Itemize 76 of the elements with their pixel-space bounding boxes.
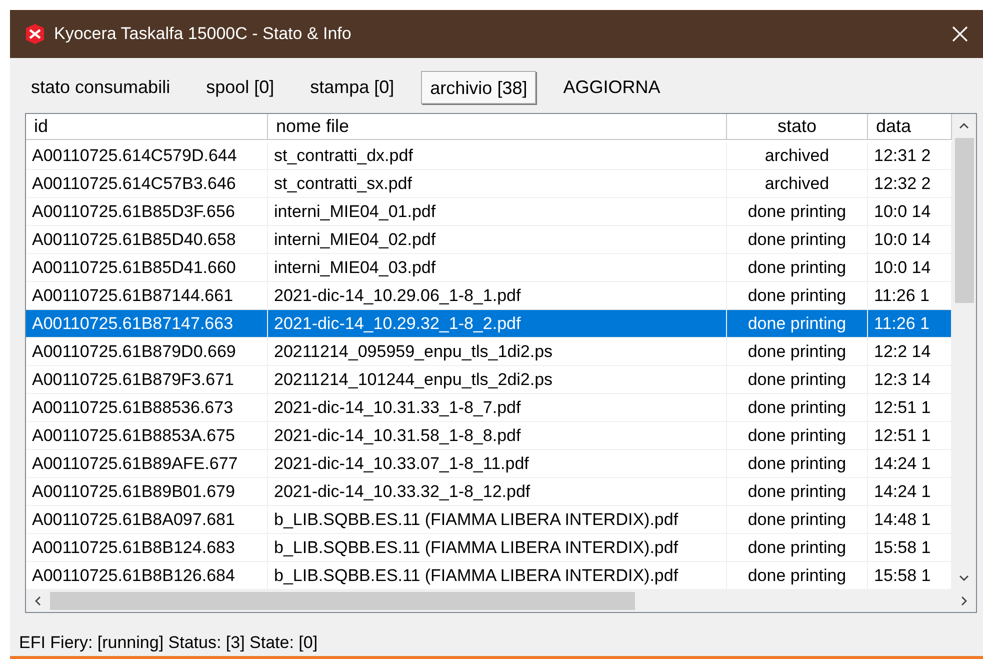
table-row[interactable]: A00110725.61B85D3F.656 interni_MIE04_01.pdf done printing 10:0 14: [26, 198, 952, 226]
table-row[interactable]: A00110725.61B85D40.658 interni_MIE04_02.pdf done printing 10:0 14: [26, 226, 952, 254]
tab[interactable]: stampa [0]: [301, 72, 404, 102]
table-row[interactable]: A00110725.61B88536.673 2021-dic-14_10.31.33_1-8_7.pdf done printing 12:51 1: [26, 394, 952, 422]
table-cell: done printing: [727, 450, 868, 478]
tab[interactable]: archivio [38]: [421, 70, 536, 104]
table-row[interactable]: A00110725.61B879F3.671 20211214_101244_enpu_tls_2di2.ps done printing 12:3 14: [26, 366, 952, 394]
table-cell: 20211214_095959_enpu_tls_1di2.ps: [268, 338, 727, 366]
table-row[interactable]: A00110725.61B85D41.660 interni_MIE04_03.pdf done printing 10:0 14: [26, 254, 952, 282]
table-cell: A00110725.61B89AFE.677: [26, 450, 268, 478]
table-row[interactable]: A00110725.61B87147.663 2021-dic-14_10.29.32_1-8_2.pdf done printing 11:26 1: [26, 310, 952, 338]
table-cell: A00110725.61B8A097.681: [26, 506, 268, 534]
horizontal-scrollbar[interactable]: [26, 590, 976, 612]
table-cell: done printing: [727, 534, 868, 562]
table-cell: done printing: [727, 198, 868, 226]
status-text: EFI Fiery: [running] Status: [3] State: [0]: [18, 632, 319, 653]
table-row[interactable]: A00110725.61B89AFE.677 2021-dic-14_10.33.07_1-8_11.pdf done printing 14:24 1: [26, 450, 952, 478]
column-header[interactable]: id: [26, 114, 268, 140]
column-header[interactable]: nome file: [268, 114, 727, 140]
table-cell: A00110725.61B87147.663: [26, 310, 268, 338]
table-row[interactable]: A00110725.61B8853A.675 2021-dic-14_10.31.58_1-8_8.pdf done printing 12:51 1: [26, 422, 952, 450]
table-cell: A00110725.614C57B3.646: [26, 170, 268, 198]
table-cell: b_LIB.SQBB.ES.11 (FIAMMA LIBERA INTERDIX).pdf: [268, 506, 727, 534]
table-cell: A00110725.61B88536.673: [26, 394, 268, 422]
table-cell: A00110725.614C579D.644: [26, 142, 268, 170]
table-row[interactable]: A00110725.61B879D0.669 20211214_095959_enpu_tls_1di2.ps done printing 12:2 14: [26, 338, 952, 366]
table-cell: done printing: [727, 478, 868, 506]
scroll-up-icon[interactable]: [958, 122, 970, 130]
table-row[interactable]: A00110725.61B8B124.683 b_LIB.SQBB.ES.11 (FIAMMA LIBERA INTERDIX).pdf done printing 15:58 1: [26, 534, 952, 562]
table-cell: A00110725.61B8B124.683: [26, 534, 268, 562]
table-row[interactable]: A00110725.614C579D.644 st_contratti_dx.pdf archived 12:31 2: [26, 142, 952, 170]
app-logo-icon: [24, 23, 46, 45]
table-cell: 2021-dic-14_10.29.32_1-8_2.pdf: [268, 310, 727, 338]
window-title: Kyocera Taskalfa 15000C - Stato & Info: [54, 24, 352, 44]
vertical-scrollbar[interactable]: [952, 114, 976, 590]
table-cell: 20211214_101244_enpu_tls_2di2.ps: [268, 366, 727, 394]
table-cell: 2021-dic-14_10.31.58_1-8_8.pdf: [268, 422, 727, 450]
table-cell: A00110725.61B89B01.679: [26, 478, 268, 506]
table-cell: done printing: [727, 422, 868, 450]
refresh-button[interactable]: AGGIORNA: [554, 72, 670, 102]
table-cell: done printing: [727, 394, 868, 422]
table-cell: done printing: [727, 506, 868, 534]
table-cell: st_contratti_sx.pdf: [268, 170, 727, 198]
table-cell: interni_MIE04_01.pdf: [268, 198, 727, 226]
table-cell: A00110725.61B85D3F.656: [26, 198, 268, 226]
table-cell: done printing: [727, 254, 868, 282]
table-cell: done printing: [727, 226, 868, 254]
table-cell: archived: [727, 142, 868, 170]
table-cell: 11:26 1: [868, 310, 952, 338]
table-cell: done printing: [727, 310, 868, 338]
table-cell: done printing: [727, 366, 868, 394]
table-cell: interni_MIE04_02.pdf: [268, 226, 727, 254]
scroll-left-icon[interactable]: [34, 595, 42, 607]
table-cell: b_LIB.SQBB.ES.11 (FIAMMA LIBERA INTERDIX).pdf: [268, 534, 727, 562]
table-row[interactable]: A00110725.61B89B01.679 2021-dic-14_10.33.32_1-8_12.pdf done printing 14:24 1: [26, 478, 952, 506]
table-cell: 2021-dic-14_10.31.33_1-8_7.pdf: [268, 394, 727, 422]
tab[interactable]: spool [0]: [197, 72, 284, 102]
close-icon: [952, 26, 968, 42]
table-cell: 2021-dic-14_10.33.07_1-8_11.pdf: [268, 450, 727, 478]
table-cell: interni_MIE04_03.pdf: [268, 254, 727, 282]
tab[interactable]: stato consumabili: [22, 72, 180, 102]
table-cell: A00110725.61B85D41.660: [26, 254, 268, 282]
scroll-right-icon[interactable]: [960, 595, 968, 607]
table-cell: 2021-dic-14_10.33.32_1-8_12.pdf: [268, 478, 727, 506]
table-row[interactable]: A00110725.61B8A097.681 b_LIB.SQBB.ES.11 (FIAMMA LIBERA INTERDIX).pdf done printing 14:48 1: [26, 506, 952, 534]
column-header[interactable]: data: [868, 114, 952, 140]
table-cell: archived: [727, 170, 868, 198]
table-cell: st_contratti_dx.pdf: [268, 142, 727, 170]
table-cell: A00110725.61B879D0.669: [26, 338, 268, 366]
table-cell: A00110725.61B879F3.671: [26, 366, 268, 394]
table-cell: A00110725.61B8853A.675: [26, 422, 268, 450]
table-row[interactable]: A00110725.614C57B3.646 st_contratti_sx.pdf archived 12:32 2: [26, 170, 952, 198]
table-cell: A00110725.61B85D40.658: [26, 226, 268, 254]
column-header[interactable]: stato: [727, 114, 868, 140]
scroll-down-icon[interactable]: [958, 574, 970, 582]
table-cell: done printing: [727, 338, 868, 366]
